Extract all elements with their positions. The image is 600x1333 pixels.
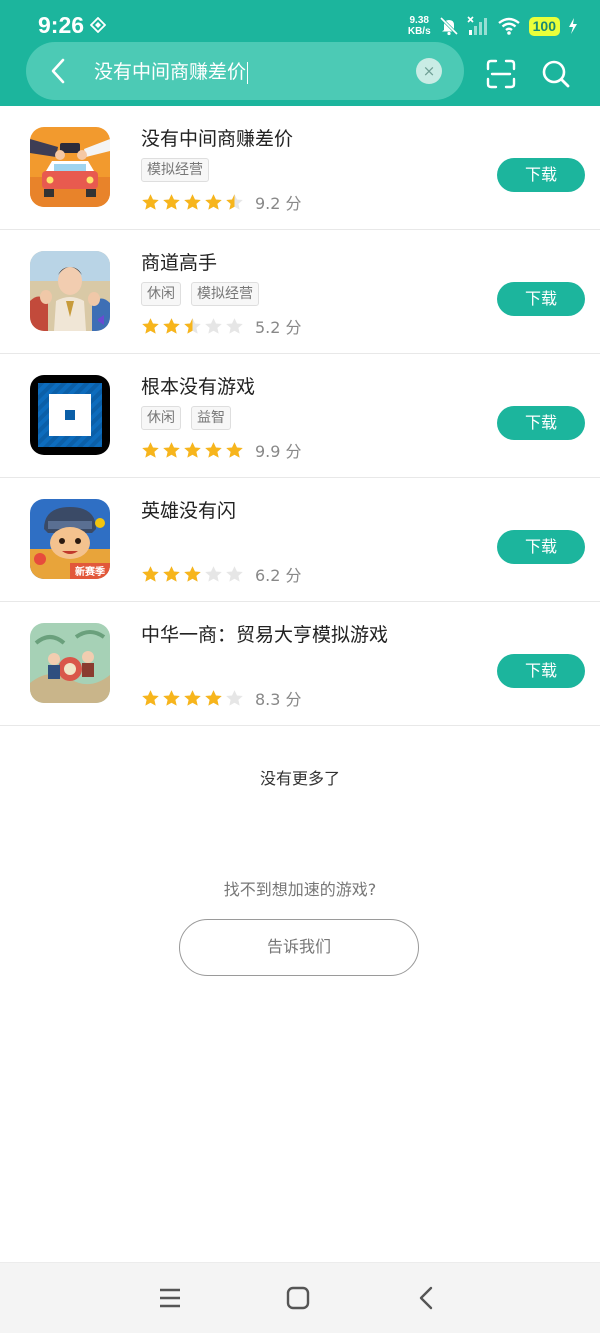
star-rating — [141, 317, 244, 336]
star-icon — [205, 317, 222, 334]
star-icon — [184, 565, 201, 582]
genre-tag: 益智 — [191, 406, 231, 430]
download-button[interactable]: 下载 — [497, 530, 585, 564]
star-icon — [163, 193, 180, 210]
tell-us-button[interactable]: 告诉我们 — [179, 919, 419, 976]
rating-score: 8.3 分 — [255, 690, 302, 709]
rating-score: 9.2 分 — [255, 194, 302, 213]
back-icon[interactable] — [414, 1285, 440, 1311]
genre-tag: 模拟经营 — [191, 282, 259, 306]
tag-list: 模拟经营 — [141, 158, 209, 182]
search-result-list: 没有中间商赚差价 模拟经营 9.2 分 下载 商道高手 休闲 模拟经营 5.2 … — [0, 106, 600, 726]
no-more-text: 没有更多了 — [259, 769, 340, 788]
status-icons: 9.38 KB/s 100 — [408, 14, 578, 38]
star-icon — [226, 565, 243, 582]
app-icon-trade-tycoon — [30, 623, 110, 703]
star-icon — [184, 193, 201, 210]
notification-diamond-icon — [90, 17, 106, 33]
battery-level: 100 — [528, 16, 560, 36]
wifi-icon — [497, 17, 520, 35]
star-icon — [205, 565, 222, 582]
tag-list: 休闲 益智 — [141, 406, 231, 430]
star-icon — [184, 317, 201, 334]
app-name: 根本没有游戏 — [141, 376, 256, 398]
clear-search-button[interactable]: × — [416, 58, 442, 84]
star-icon — [184, 441, 201, 458]
star-rating — [141, 193, 244, 212]
download-button[interactable]: 下载 — [497, 158, 585, 192]
star-icon — [142, 565, 159, 582]
header: 9:26 9.38 KB/s 100 没有中间商赚差价 × — [0, 0, 600, 106]
rating-score: 9.9 分 — [255, 442, 302, 461]
download-button[interactable]: 下载 — [497, 654, 585, 688]
star-icon — [205, 441, 222, 458]
star-icon — [163, 565, 180, 582]
download-button[interactable]: 下载 — [497, 282, 585, 316]
back-arrow-icon[interactable] — [44, 56, 74, 86]
star-icon — [184, 689, 201, 706]
system-nav-bar — [0, 1262, 600, 1333]
hero-icon-badge: 新赛季 — [75, 565, 106, 578]
app-icon-business-master — [30, 251, 110, 331]
genre-tag: 模拟经营 — [141, 158, 209, 182]
star-icon — [226, 689, 243, 706]
search-icon[interactable] — [540, 58, 572, 90]
app-icon-hero: 新赛季 — [30, 499, 110, 579]
app-icon-car-deal — [30, 127, 110, 207]
menu-icon[interactable] — [157, 1285, 183, 1311]
star-icon — [205, 193, 222, 210]
home-icon[interactable] — [285, 1285, 311, 1311]
cant-find-text: 找不到想加速的游戏? — [223, 880, 377, 899]
list-item[interactable]: 中华一商：贸易大亨模拟游戏 8.3 分 下载 — [0, 602, 600, 726]
star-icon — [163, 441, 180, 458]
rating: 9.9 分 — [141, 438, 302, 462]
app-name: 英雄没有闪 — [141, 500, 237, 522]
app-name: 中华一商：贸易大亨模拟游戏 — [141, 624, 389, 646]
star-icon — [163, 689, 180, 706]
tag-list: 休闲 模拟经营 — [141, 282, 259, 306]
signal-no-sim-icon — [467, 16, 487, 35]
rating: 5.2 分 — [141, 314, 302, 338]
bell-muted-icon — [439, 16, 458, 36]
charging-bolt-icon — [569, 18, 577, 34]
star-icon — [226, 193, 243, 210]
star-icon — [142, 193, 159, 210]
app-name: 没有中间商赚差价 — [141, 128, 294, 150]
list-item[interactable]: 没有中间商赚差价 模拟经营 9.2 分 下载 — [0, 106, 600, 230]
star-rating — [141, 565, 244, 584]
search-bar[interactable]: 没有中间商赚差价 × — [26, 42, 464, 100]
star-rating — [141, 689, 244, 708]
genre-tag: 休闲 — [141, 406, 181, 430]
search-input[interactable]: 没有中间商赚差价 — [94, 57, 249, 84]
status-time: 9:26 — [38, 12, 85, 38]
rating-score: 5.2 分 — [255, 318, 302, 337]
star-icon — [205, 689, 222, 706]
rating: 8.3 分 — [141, 686, 302, 710]
download-button[interactable]: 下载 — [497, 406, 585, 440]
star-rating — [141, 441, 244, 460]
genre-tag: 休闲 — [141, 282, 181, 306]
app-screen: 9:26 9.38 KB/s 100 没有中间商赚差价 × 没有中间商赚差价 模… — [0, 0, 600, 1333]
star-icon — [142, 441, 159, 458]
rating: 9.2 分 — [141, 190, 302, 214]
list-item[interactable]: 根本没有游戏 休闲 益智 9.9 分 下载 — [0, 354, 600, 478]
star-icon — [142, 689, 159, 706]
list-item[interactable]: 新赛季 英雄没有闪 6.2 分 下载 — [0, 478, 600, 602]
rating-score: 6.2 分 — [255, 566, 302, 585]
text-caret — [247, 61, 249, 84]
star-icon — [226, 317, 243, 334]
net-speed: 9.38 KB/s — [407, 15, 431, 37]
rating: 6.2 分 — [141, 562, 302, 586]
star-icon — [142, 317, 159, 334]
app-name: 商道高手 — [141, 252, 218, 274]
star-icon — [163, 317, 180, 334]
star-icon — [226, 441, 243, 458]
app-icon-square — [30, 375, 110, 455]
list-item[interactable]: 商道高手 休闲 模拟经营 5.2 分 下载 — [0, 230, 600, 354]
scan-icon[interactable] — [485, 58, 517, 90]
